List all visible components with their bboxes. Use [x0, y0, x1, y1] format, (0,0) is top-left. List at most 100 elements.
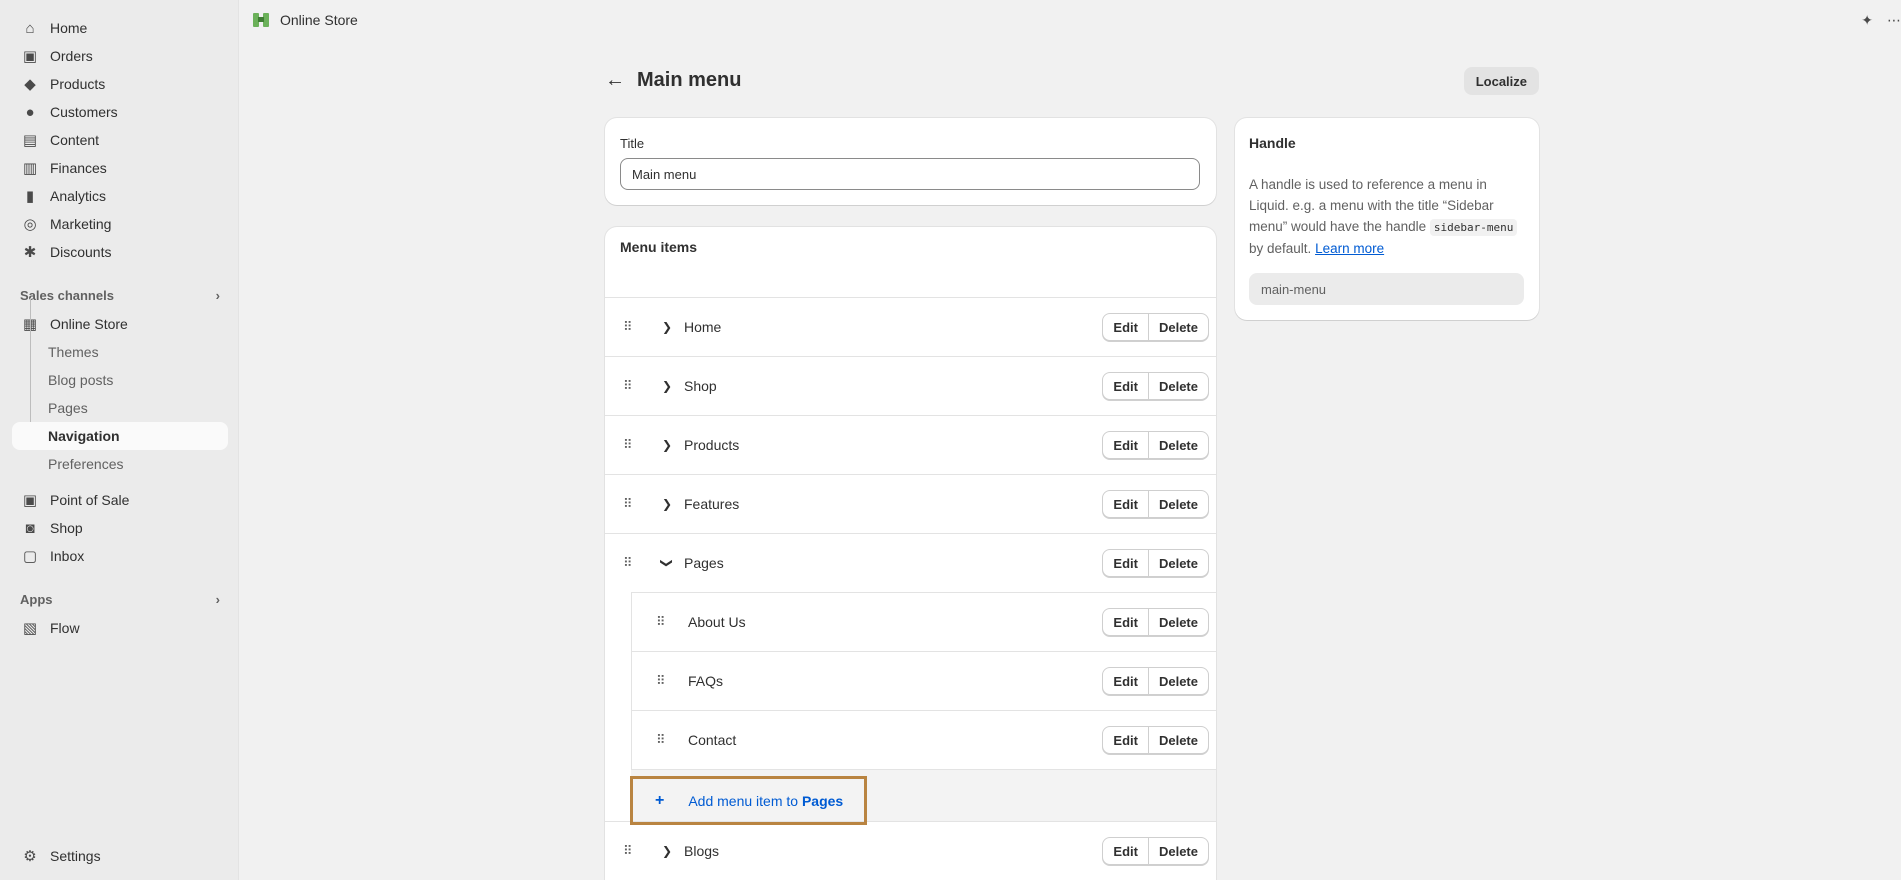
menu-item-home[interactable]: ⠿ ❯ Home Edit Delete [605, 297, 1216, 356]
chevron-right-icon: › [215, 287, 220, 303]
delete-button[interactable]: Delete [1148, 431, 1209, 459]
back-arrow-icon[interactable]: ← [605, 69, 625, 92]
menu-item-shop[interactable]: ⠿ ❯ Shop Edit Delete [605, 356, 1216, 415]
title-input[interactable]: Main menu [620, 158, 1200, 190]
delete-button[interactable]: Delete [1148, 667, 1209, 695]
chevron-right-icon[interactable]: ❯ [662, 320, 672, 334]
orders-icon: ▣ [22, 48, 38, 65]
handle-input[interactable]: main-menu [1249, 273, 1524, 305]
chevron-right-icon[interactable]: ❯ [662, 844, 672, 858]
menu-item-label: Products [684, 437, 740, 453]
drag-handle-icon[interactable]: ⠿ [623, 496, 632, 512]
sidebar-item-blog-posts[interactable]: Blog posts [12, 366, 228, 394]
online-store-logo-icon [252, 11, 270, 29]
drag-handle-icon[interactable]: ⠿ [656, 673, 665, 689]
pos-icon: ▣ [22, 492, 38, 509]
menu-item-pages[interactable]: ⠿ ❯ Pages Edit Delete [605, 533, 1216, 592]
delete-button[interactable]: Delete [1148, 726, 1209, 754]
edit-button[interactable]: Edit [1102, 837, 1149, 865]
handle-title: Handle [1249, 135, 1296, 151]
topbar-title: Online Store [280, 12, 358, 28]
topbar: Online Store ✦ ⋯ [240, 0, 1901, 40]
edit-button[interactable]: Edit [1102, 431, 1149, 459]
person-icon: ● [25, 103, 35, 121]
sidebar-item-themes[interactable]: Themes [12, 338, 228, 366]
delete-button[interactable]: Delete [1148, 372, 1209, 400]
sidebar-item-pages[interactable]: Pages [12, 394, 228, 422]
sidebar-item-analytics[interactable]: ▮ Analytics [12, 182, 228, 210]
pin-icon[interactable]: ✦ [1861, 12, 1873, 29]
delete-button[interactable]: Delete [1148, 549, 1209, 577]
sidebar-item-finances[interactable]: ▥ Finances [12, 154, 228, 182]
drag-handle-icon[interactable]: ⠿ [623, 843, 632, 859]
more-icon[interactable]: ⋯ [1887, 12, 1901, 29]
handle-description: A handle is used to reference a menu in … [1249, 174, 1529, 259]
sidebar: ⌂ Home ▣ Orders ◆ Products ● Customers ▤ Cont… [0, 0, 239, 880]
sidebar-item-customers[interactable]: ● Customers [12, 98, 228, 126]
sidebar-item-orders[interactable]: ▣ Orders [12, 42, 228, 70]
chevron-down-icon[interactable]: ❯ [660, 558, 674, 568]
drag-handle-icon[interactable]: ⠿ [623, 555, 632, 571]
drag-handle-icon[interactable]: ⠿ [623, 437, 632, 453]
tag-icon: ◆ [24, 76, 36, 93]
edit-button[interactable]: Edit [1102, 667, 1149, 695]
menu-item-label: Home [684, 319, 722, 335]
menu-item-blogs[interactable]: ⠿ ❯ Blogs Edit Delete [605, 821, 1216, 880]
shop-icon: ◙ [25, 519, 35, 537]
drag-handle-icon[interactable]: ⠿ [656, 732, 665, 748]
sales-channels-header[interactable]: Sales channels › [20, 285, 220, 305]
chevron-right-icon[interactable]: ❯ [662, 438, 672, 452]
menu-subitem-about-us[interactable]: ⠿ About Us Edit Delete [631, 592, 1216, 651]
menu-item-label: FAQs [688, 673, 724, 689]
apps-header[interactable]: Apps › [20, 589, 220, 609]
chevron-right-icon[interactable]: ❯ [662, 379, 672, 393]
menu-item-features[interactable]: ⠿ ❯ Features Edit Delete [605, 474, 1216, 533]
learn-more-link[interactable]: Learn more [1315, 241, 1384, 256]
sidebar-item-shop[interactable]: ◙ Shop [12, 514, 228, 542]
edit-button[interactable]: Edit [1102, 313, 1149, 341]
inbox-icon: ▢ [22, 548, 38, 565]
menu-item-label: Blogs [684, 843, 720, 859]
menu-subitem-faqs[interactable]: ⠿ FAQs Edit Delete [631, 651, 1216, 710]
edit-button[interactable]: Edit [1102, 608, 1149, 636]
menu-item-products[interactable]: ⠿ ❯ Products Edit Delete [605, 415, 1216, 474]
chevron-right-icon[interactable]: ❯ [662, 497, 672, 511]
localize-button[interactable]: Localize [1463, 67, 1539, 95]
delete-button[interactable]: Delete [1148, 837, 1209, 865]
plus-icon: + [655, 791, 665, 809]
sidebar-item-home[interactable]: ⌂ Home [12, 14, 228, 42]
sidebar-item-preferences[interactable]: Preferences [12, 450, 228, 478]
delete-button[interactable]: Delete [1148, 608, 1209, 636]
add-menu-item-target: Pages [801, 792, 844, 809]
edit-button[interactable]: Edit [1102, 372, 1149, 400]
add-menu-item-link[interactable]: + Add menu item to Pages [630, 776, 867, 825]
sidebar-item-discounts[interactable]: ✱ Discounts [12, 238, 228, 266]
delete-button[interactable]: Delete [1148, 313, 1209, 341]
flow-icon: ▧ [22, 620, 38, 637]
menu-item-label: Contact [688, 732, 737, 748]
delete-button[interactable]: Delete [1148, 490, 1209, 518]
edit-button[interactable]: Edit [1102, 726, 1149, 754]
sidebar-item-flow[interactable]: ▧ Flow [12, 614, 228, 642]
menu-subitem-contact[interactable]: ⠿ Contact Edit Delete [631, 710, 1216, 769]
drag-handle-icon[interactable]: ⠿ [623, 319, 632, 335]
discount-icon: ✱ [23, 244, 37, 261]
sidebar-item-products[interactable]: ◆ Products [12, 70, 228, 98]
topbar-actions: ✦ ⋯ [1861, 0, 1901, 40]
drag-handle-icon[interactable]: ⠿ [656, 614, 665, 630]
menu-item-label: About Us [688, 614, 746, 630]
drag-handle-icon[interactable]: ⠿ [623, 378, 632, 394]
target-icon: ◎ [23, 216, 37, 233]
bar-chart-icon: ▮ [25, 188, 35, 205]
content-icon: ▤ [22, 132, 38, 149]
sidebar-item-online-store[interactable]: ▦Online Store [12, 310, 228, 338]
gear-icon: ⚙ [23, 848, 37, 865]
sidebar-item-marketing[interactable]: ◎ Marketing [12, 210, 228, 238]
sidebar-item-inbox[interactable]: ▢ Inbox [12, 542, 228, 570]
sidebar-item-content[interactable]: ▤ Content [12, 126, 228, 154]
sidebar-item-settings[interactable]: ⚙ Settings [12, 842, 228, 870]
edit-button[interactable]: Edit [1102, 490, 1149, 518]
edit-button[interactable]: Edit [1102, 549, 1149, 577]
sidebar-item-navigation[interactable]: Navigation [12, 422, 228, 450]
sidebar-item-point-of-sale[interactable]: ▣ Point of Sale [12, 486, 228, 514]
